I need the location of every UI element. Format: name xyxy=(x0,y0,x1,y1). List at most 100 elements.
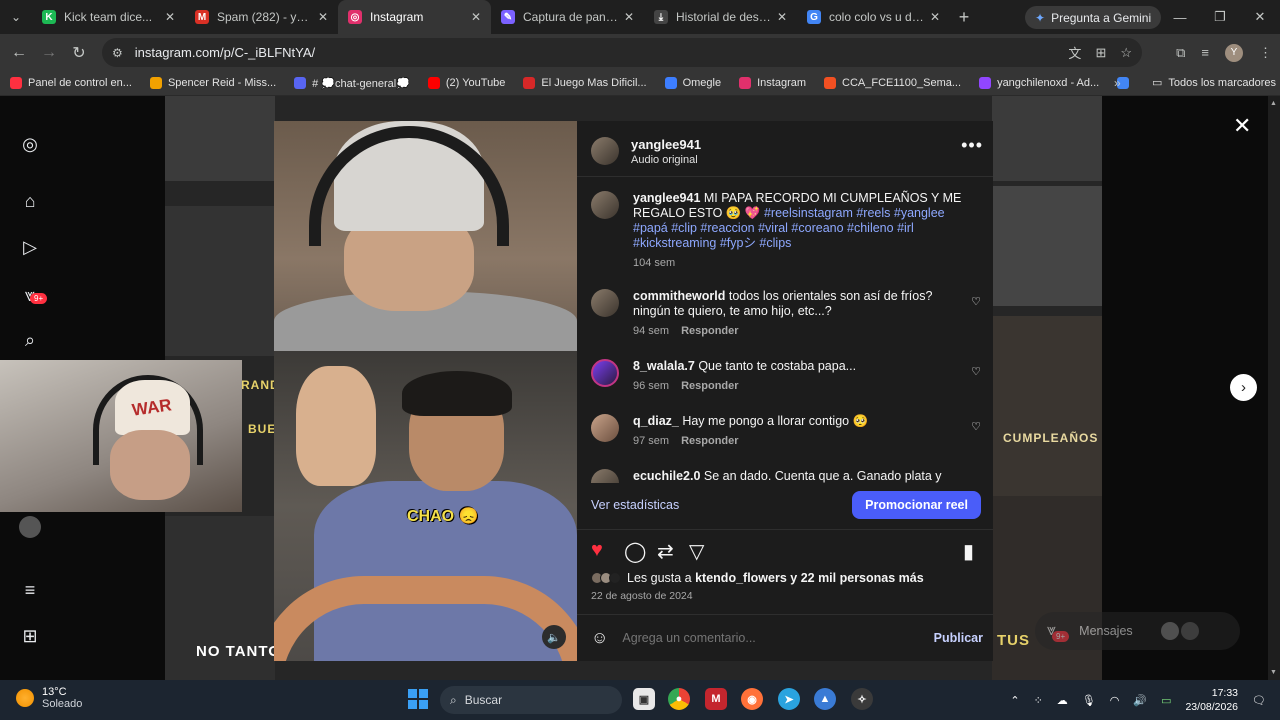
browser-tab[interactable]: K Kick team dice... ✕ xyxy=(32,0,185,34)
chrome-icon[interactable]: ● xyxy=(668,688,690,710)
browser-tab[interactable]: ◎ Instagram ✕ xyxy=(338,0,491,34)
comment-icon[interactable]: ◯ xyxy=(624,539,646,564)
all-bookmarks-folder[interactable]: ▭ Todos los marcadores xyxy=(1152,76,1276,90)
taskbar-search[interactable]: ⌕ Buscar xyxy=(440,686,622,714)
close-window-icon[interactable]: ✕ xyxy=(1240,0,1280,34)
comment-input[interactable] xyxy=(622,631,934,645)
restore-icon[interactable]: ❐ xyxy=(1200,0,1240,34)
comment-username[interactable]: ecuchile2.0 xyxy=(633,469,700,483)
office-icon[interactable]: M xyxy=(705,688,727,710)
tab-search-button[interactable]: ⌄ xyxy=(0,0,32,34)
close-tab-icon[interactable]: ✕ xyxy=(777,10,787,24)
home-icon[interactable]: ⌂ xyxy=(18,189,42,213)
minimize-icon[interactable]: — xyxy=(1160,0,1200,34)
browser-tab[interactable]: Gcolo colo vs u de chil ✕ xyxy=(797,0,950,34)
commenter-avatar[interactable] xyxy=(591,469,619,483)
app-arrow-icon[interactable]: ▲ xyxy=(814,688,836,710)
browser-tab[interactable]: ⤓ Historial de descarga ✕ xyxy=(644,0,797,34)
publish-button[interactable]: Publicar xyxy=(934,631,983,645)
bookmark-star-icon[interactable]: ☆ xyxy=(1120,45,1132,61)
author-avatar[interactable] xyxy=(591,137,619,165)
apps-grid-icon[interactable]: ⁘ xyxy=(1034,694,1043,707)
close-tab-icon[interactable]: ✕ xyxy=(318,10,328,24)
bookmark-item[interactable]: Panel de control en... xyxy=(10,77,132,90)
likes-summary[interactable]: Les gusta a ktendo_flowers y 22 mil pers… xyxy=(591,571,924,585)
save-bookmark-icon[interactable]: ▮ xyxy=(963,539,974,564)
post-options-icon[interactable]: ••• xyxy=(961,135,983,156)
gemini-button[interactable]: ✦ Pregunta a Gemini xyxy=(1025,6,1162,29)
next-post-button[interactable]: › xyxy=(1230,374,1257,401)
comment-username[interactable]: commitheworld xyxy=(633,289,725,303)
comment-username[interactable]: q_diaz_ xyxy=(633,414,679,428)
commenter-avatar[interactable] xyxy=(591,414,619,442)
emoji-icon[interactable]: ☺ xyxy=(591,628,608,648)
like-comment-icon[interactable]: ♡ xyxy=(971,420,981,433)
like-comment-icon[interactable]: ♡ xyxy=(971,365,981,378)
new-tab-button[interactable]: + xyxy=(950,7,978,28)
install-app-icon[interactable]: ⊞ xyxy=(1095,45,1106,61)
close-tab-icon[interactable]: ✕ xyxy=(624,10,634,24)
caption-avatar[interactable] xyxy=(591,191,619,219)
wifi-icon[interactable]: ◠ xyxy=(1110,694,1120,707)
clock[interactable]: 17:33 23/08/2026 xyxy=(1185,686,1238,714)
notifications-icon[interactable]: 🗨 xyxy=(1252,694,1266,707)
reels-icon[interactable]: ▷ xyxy=(18,235,42,259)
repost-icon[interactable]: ⇄ xyxy=(657,539,674,564)
search-icon[interactable]: ⌕ xyxy=(18,328,42,352)
more-bookmarks-icon[interactable]: » xyxy=(1114,76,1121,90)
messages-pill[interactable]: ⩔ 9+ Mensajes xyxy=(1035,612,1240,650)
app-settings-icon[interactable]: ✧ xyxy=(851,688,873,710)
bookmark-item[interactable]: (2) YouTube xyxy=(427,77,505,90)
back-icon[interactable]: ← xyxy=(4,44,34,62)
reply-link[interactable]: Responder xyxy=(681,379,738,394)
close-tab-icon[interactable]: ✕ xyxy=(165,10,175,24)
extensions-icon[interactable]: ⧉ xyxy=(1176,45,1185,61)
firefox-icon[interactable]: ◉ xyxy=(741,688,763,710)
close-tab-icon[interactable]: ✕ xyxy=(471,10,481,24)
bookmark-item[interactable]: CCA_FCE1100_Sema... xyxy=(824,77,961,90)
promote-reel-button[interactable]: Promocionar reel xyxy=(852,491,981,519)
like-comment-icon[interactable]: ♡ xyxy=(971,295,981,308)
view-insights-link[interactable]: Ver estadísticas xyxy=(591,498,679,512)
bookmark-item[interactable]: Omegle xyxy=(664,77,721,90)
media-controls-icon[interactable]: ≡ xyxy=(1201,45,1209,60)
browser-tab[interactable]: ✎ Captura de pantalla p ✕ xyxy=(491,0,644,34)
microphone-icon[interactable]: 🎙 xyxy=(1082,694,1096,707)
instagram-logo-icon[interactable]: ◎ xyxy=(18,132,42,156)
onedrive-icon[interactable]: ☁ xyxy=(1057,694,1068,707)
reply-link[interactable]: Responder xyxy=(681,434,738,449)
caption-username[interactable]: yanglee941 xyxy=(633,191,700,205)
also-from-meta-icon[interactable]: ⊞ xyxy=(18,624,42,648)
show-hidden-icons[interactable]: ⌃ xyxy=(1010,694,1019,707)
page-scrollbar[interactable]: ▲ ▼ xyxy=(1268,96,1280,680)
like-heart-icon[interactable]: ♥ xyxy=(591,539,603,562)
site-info-icon[interactable]: ⚙ xyxy=(112,46,123,60)
audio-label[interactable]: Audio original xyxy=(631,154,701,166)
comment-username[interactable]: 8_walala.7 xyxy=(633,359,695,373)
commenter-avatar[interactable] xyxy=(591,289,619,317)
mute-button[interactable]: 🔈 xyxy=(542,625,566,649)
author-username[interactable]: yanglee941 xyxy=(631,137,701,152)
bookmark-item[interactable]: Spencer Reid - Miss... xyxy=(149,77,276,90)
commenter-avatar[interactable] xyxy=(591,359,619,387)
reel-video[interactable]: CHAO 😞 🔈 xyxy=(274,121,577,661)
bookmark-item[interactable]: Instagram xyxy=(739,77,806,90)
close-post-icon[interactable]: ✕ xyxy=(1233,113,1251,139)
liker-username[interactable]: ktendo_flowers xyxy=(695,571,787,585)
browser-tab[interactable]: M Spam (282) - yang.p ✕ xyxy=(185,0,338,34)
menu-icon[interactable]: ⋮ xyxy=(1259,45,1272,61)
volume-icon[interactable]: 🔊 xyxy=(1133,694,1147,707)
bookmark-item[interactable]: # 💭chat-general💭 xyxy=(294,77,410,90)
close-tab-icon[interactable]: ✕ xyxy=(930,10,940,24)
address-bar[interactable]: ⚙ instagram.com/p/C-_iBLFNtYA/ 文 ⊞ ☆ xyxy=(102,38,1142,67)
share-icon[interactable]: ▽ xyxy=(689,539,704,564)
translate-icon[interactable]: 文 xyxy=(1068,43,1081,62)
forward-icon[interactable]: → xyxy=(34,44,64,62)
battery-icon[interactable]: ▭ xyxy=(1161,694,1171,707)
reload-icon[interactable]: ↻ xyxy=(64,43,94,63)
bookmark-item[interactable]: yangchilenoxd - Ad... xyxy=(979,77,1099,90)
start-button[interactable] xyxy=(408,689,428,709)
telegram-icon[interactable]: ➤ xyxy=(778,688,800,710)
more-menu-icon[interactable]: ≡ xyxy=(18,578,42,602)
profile-avatar[interactable]: Y xyxy=(1225,43,1243,62)
